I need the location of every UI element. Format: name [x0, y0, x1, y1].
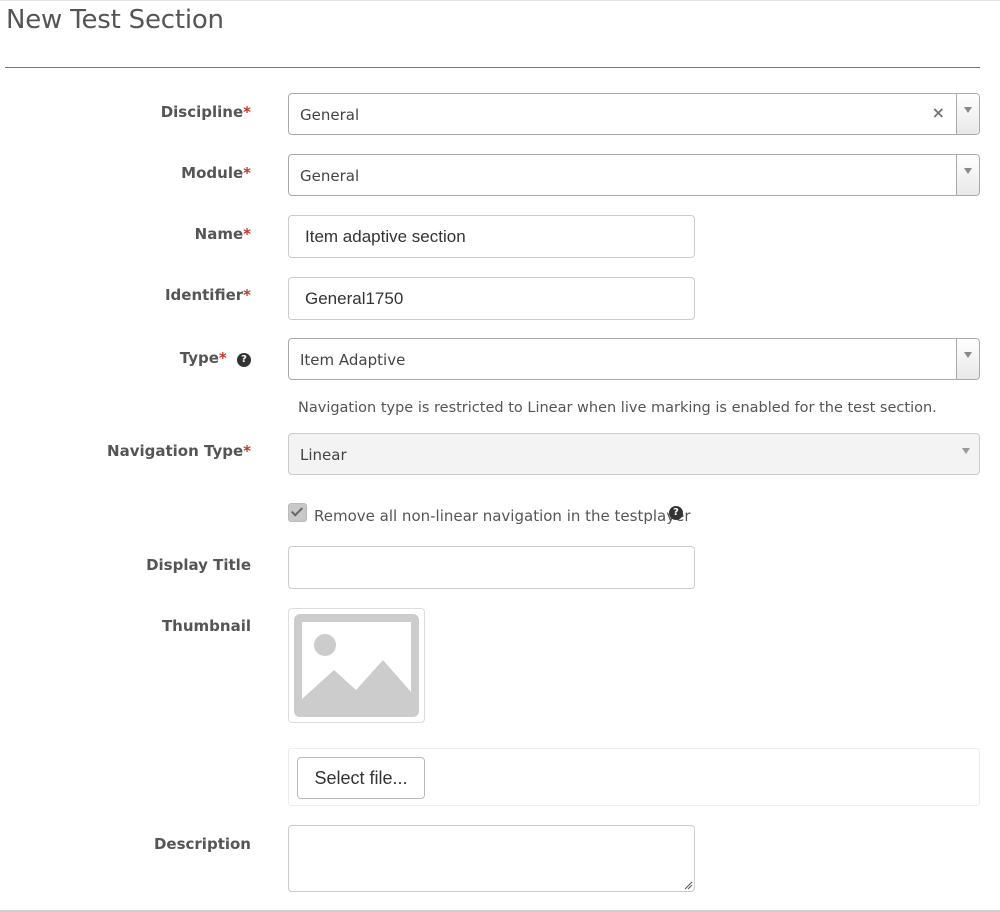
required-mark: * [218, 349, 227, 367]
navigation-hint: Navigation type is restricted to Linear … [298, 400, 937, 416]
resize-grip-icon[interactable] [683, 880, 693, 890]
name-label-text: Name [194, 225, 244, 243]
required-mark: * [243, 442, 251, 460]
module-select-value: General [300, 167, 360, 185]
remove-nonlinear-checkbox [288, 503, 307, 522]
page-title: New Test Section [6, 5, 224, 35]
required-mark: * [243, 103, 251, 121]
display-title-label: Display Title [146, 556, 251, 574]
chevron-down-icon [962, 448, 970, 454]
remove-nonlinear-label: Remove all non-linear navigation in the … [314, 507, 691, 525]
clear-icon[interactable]: × [932, 103, 945, 122]
type-dropdown-toggle[interactable] [956, 339, 979, 379]
help-icon[interactable]: ? [669, 506, 683, 520]
chevron-down-icon [964, 352, 972, 358]
discipline-dropdown-toggle[interactable] [956, 94, 979, 134]
help-icon[interactable]: ? [237, 353, 251, 367]
navigation-type-select: Linear [288, 433, 980, 475]
select-file-button[interactable]: Select file... [297, 757, 425, 799]
discipline-select-value: General [300, 106, 360, 124]
name-input[interactable] [288, 215, 695, 258]
identifier-label-text: Identifier [164, 286, 244, 304]
type-label: Type* ? [0, 349, 251, 367]
navigation-type-label: Navigation Type* [0, 442, 251, 460]
module-label: Module* [0, 164, 251, 182]
type-label-text: Type [179, 349, 219, 367]
identifier-input[interactable] [288, 277, 695, 320]
title-divider [5, 67, 980, 68]
type-select[interactable]: Item Adaptive [288, 338, 980, 380]
discipline-label-text: Discipline [160, 103, 244, 121]
type-select-value: Item Adaptive [300, 351, 406, 369]
file-picker-panel: Select file... [288, 748, 980, 806]
required-mark: * [243, 286, 251, 304]
required-mark: * [243, 164, 251, 182]
chevron-down-icon [964, 107, 972, 113]
image-placeholder-icon [294, 614, 419, 717]
display-title-input[interactable] [288, 546, 695, 589]
thumbnail-preview [288, 608, 425, 723]
navigation-type-select-value: Linear [300, 446, 347, 464]
name-label: Name* [0, 225, 251, 243]
description-textarea[interactable] [288, 825, 695, 892]
module-dropdown-toggle[interactable] [956, 155, 979, 195]
top-border [0, 0, 1000, 1]
module-label-text: Module [181, 164, 244, 182]
description-label: Description [153, 835, 251, 853]
chevron-down-icon [964, 168, 972, 174]
required-mark: * [243, 225, 251, 243]
check-icon [290, 504, 304, 517]
discipline-select[interactable]: General × [288, 93, 980, 135]
discipline-label: Discipline* [0, 103, 251, 121]
identifier-label: Identifier* [0, 286, 251, 304]
thumbnail-label: Thumbnail [161, 617, 251, 635]
module-select[interactable]: General [288, 154, 980, 196]
navigation-type-label-text: Navigation Type [107, 442, 244, 460]
